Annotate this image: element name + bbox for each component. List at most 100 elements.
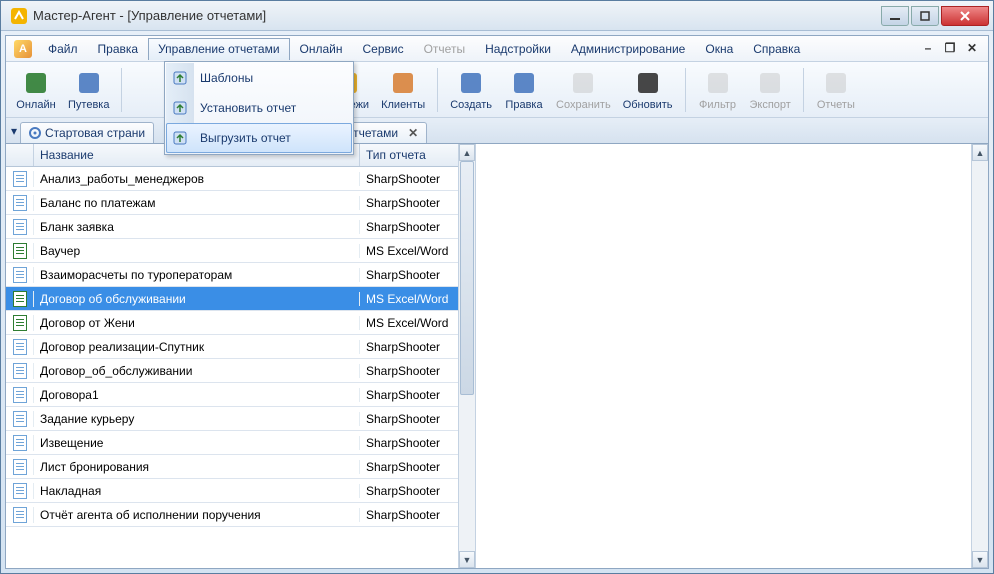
row-icon-cell [6,459,34,475]
document-icon [13,435,27,451]
document-icon [13,195,27,211]
table-row[interactable]: Договор_об_обслуживанииSharpShooter [6,359,475,383]
menu-item[interactable]: Онлайн [290,38,353,60]
toolbar-button[interactable]: Клиенты [375,65,431,115]
row-icon-cell [6,363,34,379]
row-name-cell: Договор об обслуживании [34,292,360,306]
row-name-cell: Бланк заявка [34,220,360,234]
scroll-down-icon[interactable]: ▼ [972,551,988,568]
menu-item[interactable]: Файл [38,38,88,60]
toolbar-label: Путевка [68,99,109,111]
titlebar[interactable]: Мастер-Агент - [Управление отчетами] [1,1,993,31]
mdi-restore-button[interactable]: ❐ [942,42,958,56]
table-row[interactable]: Договор от ЖениMS Excel/Word [6,311,475,335]
table-row[interactable]: НакладнаяSharpShooter [6,479,475,503]
globe-icon [22,69,50,97]
menu-item[interactable]: Управление отчетами [148,38,289,60]
grid-scrollbar[interactable]: ▲ ▼ [458,144,475,568]
tab-label: тчетами [353,126,398,140]
toolbar-label: Отчеты [817,99,855,111]
app-logo-icon [11,8,27,24]
grid-area: Название Тип отчета Анализ_работы_менедж… [6,144,988,568]
row-icon-cell [6,507,34,523]
table-row[interactable]: ИзвещениеSharpShooter [6,431,475,455]
toolbar-label: Обновить [623,99,673,111]
table-row[interactable]: ВаучерMS Excel/Word [6,239,475,263]
maximize-button[interactable] [911,6,939,26]
preview-pane: ▲ ▼ [476,144,988,568]
menu-item[interactable]: Администрирование [561,38,695,60]
scroll-down-icon[interactable]: ▼ [459,551,475,568]
row-icon-cell [6,219,34,235]
menu-item[interactable]: Сервис [353,38,414,60]
mdi-minimize-button[interactable]: – [920,42,936,56]
mdi-close-button[interactable]: ✕ [964,42,980,56]
toolbar-button[interactable]: Правка [498,65,550,115]
document-icon [13,459,27,475]
menu-item[interactable]: Справка [743,38,810,60]
scroll-thumb[interactable] [460,161,474,395]
export-icon [170,128,190,148]
toolbar-button[interactable]: Создать [444,65,498,115]
toolbar-label: Сохранить [556,99,611,111]
toolbar-label: Фильтр [699,99,736,111]
menu-dropdown-item[interactable]: Выгрузить отчет [166,123,352,153]
gear-icon [29,127,41,139]
toolbar-button[interactable]: Онлайн [10,65,62,115]
row-icon-cell [6,171,34,187]
table-row[interactable]: Договор реализации-СпутникSharpShooter [6,335,475,359]
dropdown-label: Установить отчет [200,101,296,115]
tab-close-icon[interactable]: ✕ [408,126,418,140]
scroll-up-icon[interactable]: ▲ [459,144,475,161]
table-row[interactable]: Анализ_работы_менеджеровSharpShooter [6,167,475,191]
row-icon-cell [6,435,34,451]
document-icon [13,411,27,427]
menu-item[interactable]: Отчеты [414,38,475,60]
close-button[interactable] [941,6,989,26]
app-window: Мастер-Агент - [Управление отчетами] A Ф… [0,0,994,574]
filter-icon [704,69,732,97]
row-icon-cell [6,387,34,403]
toolbar-label: Экспорт [750,99,791,111]
menu-dropdown-item[interactable]: Шаблоны [166,63,352,93]
row-icon-cell [6,411,34,427]
row-name-cell: Договор реализации-Спутник [34,340,360,354]
table-row[interactable]: Лист бронированияSharpShooter [6,455,475,479]
app-menu-icon[interactable]: A [14,40,32,58]
table-row[interactable]: Бланк заявкаSharpShooter [6,215,475,239]
preview-scrollbar[interactable]: ▲ ▼ [971,144,988,568]
row-name-cell: Анализ_работы_менеджеров [34,172,360,186]
tab-start-page[interactable]: Стартовая страни [20,122,154,143]
menu-item[interactable]: Окна [695,38,743,60]
row-icon-cell [6,315,34,331]
scroll-up-icon[interactable]: ▲ [972,144,988,161]
toolbar-label: Создать [450,99,492,111]
minimize-button[interactable] [881,6,909,26]
col-icon[interactable] [6,144,34,166]
table-row[interactable]: Отчёт агента об исполнении порученияShar… [6,503,475,527]
table-row[interactable]: Договор об обслуживанииMS Excel/Word [6,287,475,311]
reports-table: Название Тип отчета Анализ_работы_менедж… [6,144,476,568]
edit-icon [510,69,538,97]
row-name-cell: Баланс по платежам [34,196,360,210]
document-icon [13,243,27,259]
toolbar-label: Онлайн [16,99,55,111]
window-title: Мастер-Агент - [Управление отчетами] [33,8,879,23]
table-row[interactable]: Взаиморасчеты по туроператорамSharpShoot… [6,263,475,287]
toolbar-button[interactable]: Путевка [62,65,115,115]
menu-dropdown-item[interactable]: Установить отчет [166,93,352,123]
tab-report-management[interactable]: тчетами ✕ [344,122,427,143]
table-row[interactable]: Договора1SharpShooter [6,383,475,407]
table-row[interactable]: Задание курьеруSharpShooter [6,407,475,431]
row-name-cell: Лист бронирования [34,460,360,474]
menu-item[interactable]: Правка [88,38,149,60]
reports-icon [822,69,850,97]
toolbar-button[interactable]: Обновить [617,65,679,115]
tabstrip-dropdown[interactable]: ▾ [8,124,20,138]
refresh-icon [634,69,662,97]
toolbar-button: Фильтр [692,65,744,115]
row-name-cell: Ваучер [34,244,360,258]
menu-item[interactable]: Надстройки [475,38,561,60]
table-row[interactable]: Баланс по платежамSharpShooter [6,191,475,215]
content-frame: A ФайлПравкаУправление отчетамиОнлайнСер… [5,35,989,569]
